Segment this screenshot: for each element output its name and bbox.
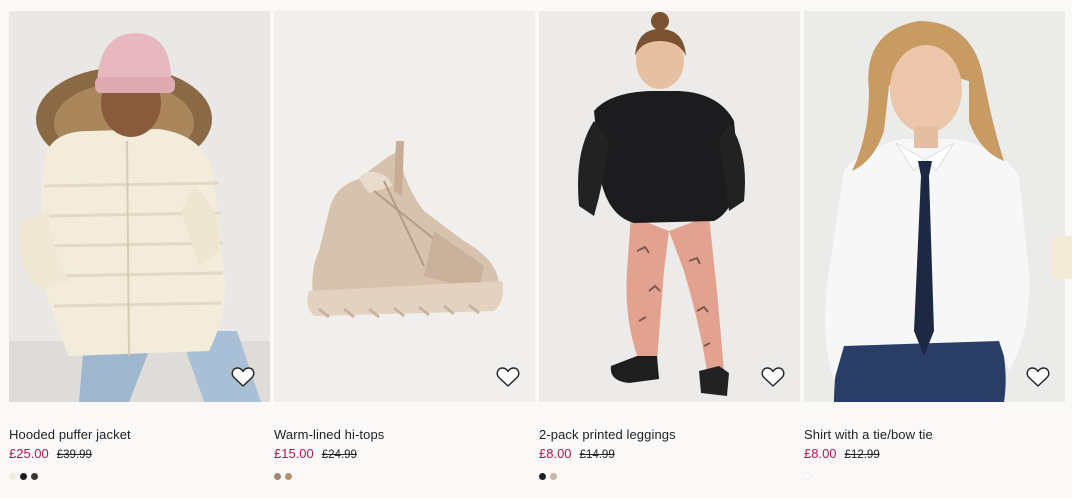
product-info: 2-pack printed leggings £8.00 £14.99 — [539, 402, 800, 480]
color-swatch[interactable] — [285, 473, 292, 480]
product-track: Hooded puffer jacket £25.00 £39.99 Warm-… — [9, 11, 1069, 480]
product-info: Hooded puffer jacket £25.00 £39.99 — [9, 402, 270, 480]
product-image[interactable] — [539, 11, 800, 402]
favorite-heart-icon[interactable] — [230, 364, 256, 390]
original-price: £24.99 — [321, 449, 357, 461]
color-swatch[interactable] — [539, 473, 546, 480]
product-prices: £15.00 £24.99 — [274, 445, 535, 464]
product-info: Warm-lined hi-tops £15.00 £24.99 — [274, 402, 535, 480]
favorite-heart-icon[interactable] — [1025, 364, 1051, 390]
product-photo-printed-leggings — [539, 11, 800, 402]
product-title[interactable]: Warm-lined hi-tops — [274, 426, 535, 443]
color-swatch[interactable] — [274, 473, 281, 480]
product-title[interactable]: Hooded puffer jacket — [9, 426, 270, 443]
color-swatches — [539, 473, 800, 480]
product-prices: £8.00 £14.99 — [539, 445, 800, 464]
sale-price: £25.00 — [9, 446, 49, 461]
carousel-next-arrow-icon[interactable] — [1052, 236, 1072, 279]
sale-price: £15.00 — [274, 446, 314, 461]
sale-price: £8.00 — [804, 446, 837, 461]
product-image[interactable] — [274, 11, 535, 402]
color-swatch[interactable] — [9, 473, 16, 480]
color-swatch[interactable] — [20, 473, 27, 480]
product-photo-shirt-and-tie — [804, 11, 1065, 402]
color-swatch[interactable] — [31, 473, 38, 480]
color-swatches — [804, 473, 1065, 480]
product-info: Shirt with a tie/bow tie £8.00 £12.99 — [804, 402, 1065, 480]
product-card[interactable]: Shirt with a tie/bow tie £8.00 £12.99 — [804, 11, 1065, 480]
favorite-heart-icon[interactable] — [760, 364, 786, 390]
product-card[interactable]: 2-pack printed leggings £8.00 £14.99 — [539, 11, 800, 480]
product-title[interactable]: 2-pack printed leggings — [539, 426, 800, 443]
product-card[interactable]: Warm-lined hi-tops £15.00 £24.99 — [274, 11, 535, 480]
sale-price: £8.00 — [539, 446, 572, 461]
product-card[interactable]: Hooded puffer jacket £25.00 £39.99 — [9, 11, 270, 480]
original-price: £14.99 — [579, 449, 615, 461]
product-title[interactable]: Shirt with a tie/bow tie — [804, 426, 1065, 443]
favorite-heart-icon[interactable] — [495, 364, 521, 390]
original-price: £12.99 — [844, 449, 880, 461]
product-photo-puffer-jacket — [9, 11, 270, 402]
color-swatch[interactable] — [804, 473, 811, 480]
product-carousel: Hooded puffer jacket £25.00 £39.99 Warm-… — [9, 11, 1069, 498]
product-image[interactable] — [804, 11, 1065, 402]
product-image[interactable] — [9, 11, 270, 402]
color-swatches — [274, 473, 535, 480]
color-swatches — [9, 473, 270, 480]
product-prices: £8.00 £12.99 — [804, 445, 1065, 464]
product-photo-hi-tops — [274, 11, 535, 402]
color-swatch[interactable] — [550, 473, 557, 480]
original-price: £39.99 — [56, 449, 92, 461]
product-prices: £25.00 £39.99 — [9, 445, 270, 464]
